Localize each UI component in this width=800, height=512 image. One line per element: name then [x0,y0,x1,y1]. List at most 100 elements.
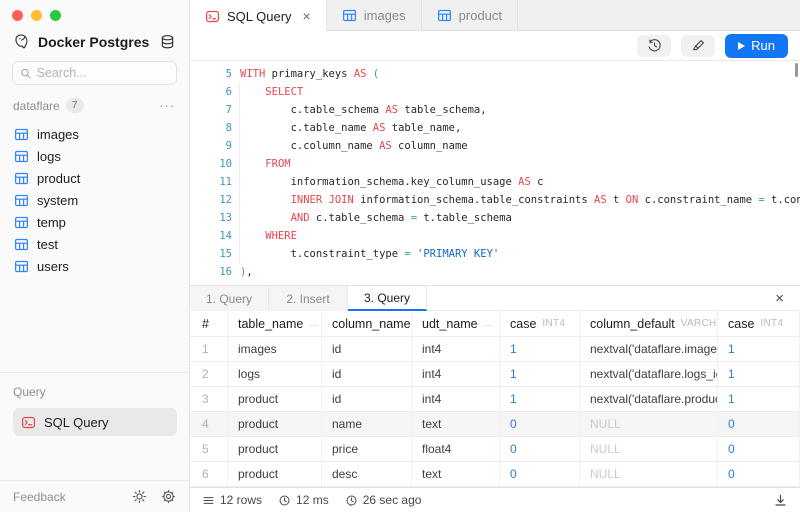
column-header-index[interactable]: # [190,311,228,336]
sidebar-spacer [0,277,189,372]
search-input[interactable] [37,66,169,80]
database-icon[interactable] [160,34,175,50]
table-row[interactable]: 1imagesidint41nextval('dataflare.images_… [190,337,800,362]
table-cell: price [322,437,412,461]
code-text: WITH primary_keys AS ( [240,65,379,83]
code-text: information_schema.key_column_usage AS c [240,173,543,191]
table-cell: product [228,412,322,436]
table-cell: logs [228,362,322,386]
terminal-icon [205,9,220,24]
search-icon [20,67,32,80]
line-number: 8 [190,119,232,137]
table-row[interactable]: 4productnametext0NULL0 [190,412,800,437]
code-line: 9 c.column_name AS column_name [190,137,800,155]
line-number: 16 [190,263,232,281]
table-icon [342,8,357,23]
format-button[interactable] [681,35,715,57]
table-cell: nextval('dataflare.images_id_s... [580,337,718,361]
theme-sun-icon[interactable] [132,489,147,504]
table-cell: 1 [500,362,580,386]
sidebar-item-logs[interactable]: logs [8,145,181,167]
window-control-minimize[interactable] [31,10,42,21]
table-cell: 0 [500,412,580,436]
results-tab-1-query[interactable]: 1. Query [190,286,269,311]
play-icon [738,42,745,50]
line-number: 10 [190,155,232,173]
feedback-link[interactable]: Feedback [13,490,118,504]
results-tab-2-insert[interactable]: 2. Insert [269,286,348,311]
table-cell: images [228,337,322,361]
column-name: table_name [238,317,303,331]
column-header-case[interactable]: caseINT4 [718,311,800,336]
schema-more-icon[interactable]: ··· [159,98,175,113]
tab-strip: SQL Query × images product [190,0,800,31]
history-button[interactable] [637,35,671,57]
connection-header[interactable]: Docker Postgres [0,27,189,56]
window-controls [0,0,189,27]
schema-header: dataflare 7 ··· [0,85,189,119]
status-bar: 12 rows 12 ms 26 sec ago [190,487,800,512]
tab-images[interactable]: images [327,0,422,31]
results-header-row: #table_name...column_name...udt_name...c… [190,311,800,337]
editor-scrollbar-thumb[interactable] [795,63,798,77]
window-control-close[interactable] [12,10,23,21]
sidebar-item-sql-query[interactable]: SQL Query [13,408,177,436]
tab-close-icon[interactable]: × [303,9,311,23]
results-close-icon[interactable]: × [775,291,800,306]
table-cell: 1 [500,387,580,411]
table-row[interactable]: 2logsidint41nextval('dataflare.logs_id_s… [190,362,800,387]
sidebar: Docker Postgres dataflare 7 ··· [0,0,190,512]
sidebar-item-system[interactable]: system [8,189,181,211]
line-number: 6 [190,83,232,101]
sidebar-item-users[interactable]: users [8,255,181,277]
code-text: c.table_name AS table_name, [240,119,461,137]
table-cell: nextval('dataflare.logs_id_seq'... [580,362,718,386]
search-field[interactable] [12,61,177,85]
table-cell: float4 [412,437,500,461]
tab-label: images [364,8,406,23]
window-control-zoom[interactable] [50,10,61,21]
table-icon [14,127,29,142]
tab-product[interactable]: product [422,0,518,31]
table-cell: 0 [500,462,580,486]
table-cell: int4 [412,362,500,386]
table-cell: nextval('dataflare.product_id_... [580,387,718,411]
table-icon [14,171,29,186]
sidebar-item-product[interactable]: product [8,167,181,189]
table-cell: text [412,462,500,486]
code-line: 5WITH primary_keys AS ( [190,65,800,83]
sql-editor[interactable]: 5WITH primary_keys AS (6 SELECT7 c.table… [190,61,800,285]
table-icon [437,8,452,23]
column-type: INT4 [542,318,565,329]
table-row[interactable]: 3productidint41nextval('dataflare.produc… [190,387,800,412]
row-count-status: 12 rows [202,493,262,507]
sidebar-item-temp[interactable]: temp [8,211,181,233]
table-cell: product [228,387,322,411]
code-text: WHERE [240,227,297,245]
table-cell: name [322,412,412,436]
table-row[interactable]: 5productpricefloat40NULL0 [190,437,800,462]
row-index: 3 [190,387,228,411]
column-header-column-name[interactable]: column_name... [322,311,412,336]
column-name: udt_name [422,317,478,331]
code-line: 10 FROM [190,155,800,173]
run-button[interactable]: Run [725,34,788,58]
sidebar-item-label: system [37,193,78,208]
column-header-udt-name[interactable]: udt_name... [412,311,500,336]
code-line: 15 t.constraint_type = 'PRIMARY KEY' [190,245,800,263]
column-header-table-name[interactable]: table_name... [228,311,322,336]
sidebar-item-images[interactable]: images [8,123,181,145]
query-item-label: SQL Query [44,415,109,430]
tab-sql-query[interactable]: SQL Query × [190,0,327,32]
table-icon [14,237,29,252]
column-header-case[interactable]: caseINT4 [500,311,580,336]
settings-gear-icon[interactable] [161,489,176,504]
sidebar-item-test[interactable]: test [8,233,181,255]
table-cell: 0 [718,462,800,486]
sidebar-item-label: images [37,127,79,142]
table-row[interactable]: 6productdesctext0NULL0 [190,462,800,487]
code-line: 11 information_schema.key_column_usage A… [190,173,800,191]
export-button[interactable] [773,493,788,508]
results-tab-3-query[interactable]: 3. Query [348,286,427,311]
column-header-column-default[interactable]: column_defaultVARCHAR [580,311,718,336]
